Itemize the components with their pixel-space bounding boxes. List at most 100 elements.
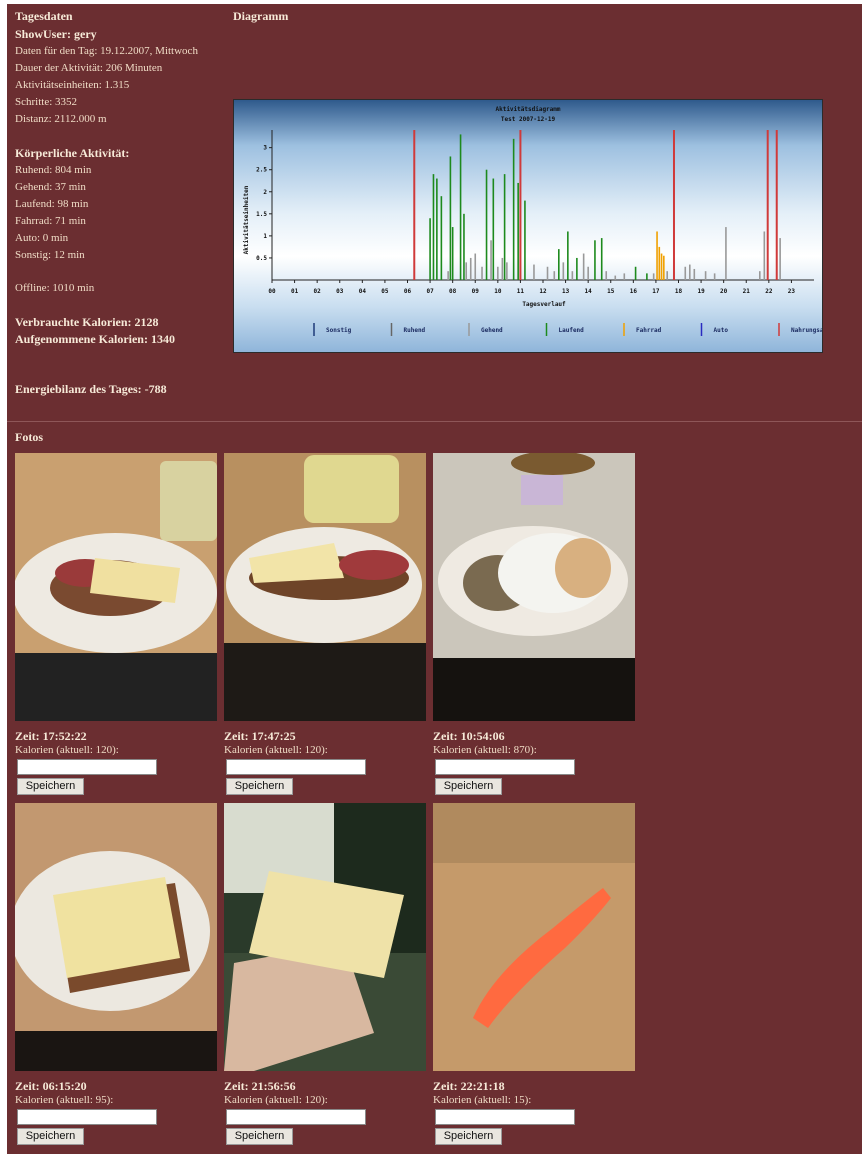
calories-input[interactable] <box>226 1109 366 1125</box>
photo-calories-label: Kalorien (aktuell: 15): <box>433 1094 532 1106</box>
bar-fahrrad <box>663 255 665 280</box>
heading-fotos: Fotos <box>15 430 43 444</box>
bar-laufend <box>634 266 637 280</box>
bar-nahrungsaufnahme <box>519 130 522 280</box>
page-container: Tagesdaten Diagramm ShowUser: gery Daten… <box>7 4 862 1154</box>
y-tick-label: 2 <box>263 189 267 196</box>
x-tick-label: 23 <box>788 288 796 295</box>
bar-gehend <box>688 264 691 280</box>
bar-gehend <box>447 271 449 280</box>
bar-gehend <box>474 253 477 280</box>
activity-sonstig: Sonstig: 12 min <box>15 249 85 261</box>
calories-input[interactable] <box>435 1109 575 1125</box>
bar-gehend <box>759 271 761 280</box>
y-tick-label: 1 <box>263 233 267 240</box>
bar-nahrungsaufnahme <box>413 130 416 280</box>
photo-calories-label: Kalorien (aktuell: 120): <box>224 1094 328 1106</box>
save-button[interactable]: Speichern <box>17 778 84 795</box>
activity-offline: Offline: 1010 min <box>15 282 95 294</box>
x-tick-label: 12 <box>539 288 547 295</box>
calories-input[interactable] <box>17 759 157 775</box>
bar-gehend <box>465 262 468 280</box>
meal-photo[interactable] <box>433 803 635 1071</box>
activity-chart: Aktivitätsdiagramm Test 2007-12-19 Tages… <box>233 99 823 353</box>
legend-label: Auto <box>714 327 729 334</box>
photo-time: Zeit: 22:21:18 <box>433 1079 505 1093</box>
meal-photo[interactable] <box>15 453 217 721</box>
calories-input[interactable] <box>435 759 575 775</box>
bar-gehend <box>693 268 696 280</box>
bar-gehend <box>713 273 716 280</box>
bar-gehend <box>501 257 504 280</box>
bar-laufend <box>517 182 519 280</box>
bar-gehend <box>571 271 574 280</box>
bar-gehend <box>623 273 626 280</box>
meal-photo[interactable] <box>15 803 217 1071</box>
x-tick-label: 19 <box>697 288 705 295</box>
activity-auto: Auto: 0 min <box>15 232 69 244</box>
bar-laufend <box>576 257 578 280</box>
bar-laufend <box>459 134 462 280</box>
date-line: Daten für den Tag: 19.12.2007, Mittwoch <box>15 45 198 57</box>
bar-laufend <box>503 174 506 280</box>
save-button[interactable]: Speichern <box>226 1128 293 1145</box>
chart-axes: 00 01 02 03 04 05 06 07 08 09 10 11 12 13 14 15 16 17 18 19… <box>256 130 814 295</box>
x-tick-label: 03 <box>336 288 344 295</box>
steps-line: Schritte: 3352 <box>15 96 78 108</box>
photo-time: Zeit: 17:52:22 <box>15 729 87 743</box>
bar-laufend <box>558 249 560 280</box>
y-tick-label: 0.5 <box>256 255 267 262</box>
bar-gehend <box>497 266 499 280</box>
x-tick-label: 18 <box>675 288 683 295</box>
bar-laufend <box>485 169 488 280</box>
section-divider <box>7 421 862 422</box>
photo-calories-label: Kalorien (aktuell: 95): <box>15 1094 114 1106</box>
bar-nahrungsaufnahme <box>672 130 675 280</box>
legend-label: Laufend <box>559 327 585 334</box>
calories-input[interactable] <box>17 1109 157 1125</box>
meal-photo[interactable] <box>433 453 635 721</box>
save-button[interactable]: Speichern <box>17 1128 84 1145</box>
activity-gehend: Gehend: 37 min <box>15 181 86 193</box>
bar-fahrrad <box>656 231 658 280</box>
meal-photo[interactable] <box>224 453 426 721</box>
save-button[interactable]: Speichern <box>226 778 293 795</box>
bar-laufend <box>524 200 526 280</box>
chart-title: Aktivitätsdiagramm <box>495 106 560 113</box>
bar-gehend <box>481 266 483 280</box>
legend-label: Sonstig <box>326 327 352 334</box>
x-tick-label: 21 <box>743 288 751 295</box>
legend-label: Nahrungsaufnahme <box>791 327 822 334</box>
x-tick-label: 20 <box>720 288 728 295</box>
bar-gehend <box>779 238 781 280</box>
bar-laufend <box>440 196 443 280</box>
meal-photo[interactable] <box>224 803 426 1071</box>
x-tick-label: 07 <box>426 288 434 295</box>
bar-gehend <box>533 264 535 280</box>
legend-label: Gehend <box>481 327 503 334</box>
y-tick-label: 2.5 <box>256 167 267 174</box>
bar-laufend <box>492 178 495 280</box>
bar-nahrungsaufnahme <box>766 130 769 280</box>
chart-ylabel: Aktivitätseinheiten <box>243 185 250 254</box>
calories-input[interactable] <box>226 759 366 775</box>
calories-taken: Aufgenommene Kalorien: 1340 <box>15 332 175 346</box>
chart-bars <box>413 130 781 280</box>
legend-label: Ruhend <box>404 327 426 334</box>
heading-diagramm: Diagramm <box>233 9 289 23</box>
bar-laufend <box>429 218 431 280</box>
save-button[interactable]: Speichern <box>435 1128 502 1145</box>
photo-calories-label: Kalorien (aktuell: 120): <box>224 744 328 756</box>
x-tick-label: 09 <box>472 288 480 295</box>
bar-gehend <box>582 253 585 280</box>
bar-gehend <box>562 262 565 280</box>
photo-time: Zeit: 10:54:06 <box>433 729 505 743</box>
x-tick-label: 01 <box>291 288 299 295</box>
heading-tagesdaten: Tagesdaten <box>15 9 73 23</box>
bar-laufend <box>594 240 596 280</box>
bar-laufend <box>646 273 648 280</box>
save-button[interactable]: Speichern <box>435 778 502 795</box>
bar-nahrungsaufnahme <box>775 130 778 280</box>
photo-calories-label: Kalorien (aktuell: 120): <box>15 744 119 756</box>
bar-laufend <box>432 174 435 280</box>
